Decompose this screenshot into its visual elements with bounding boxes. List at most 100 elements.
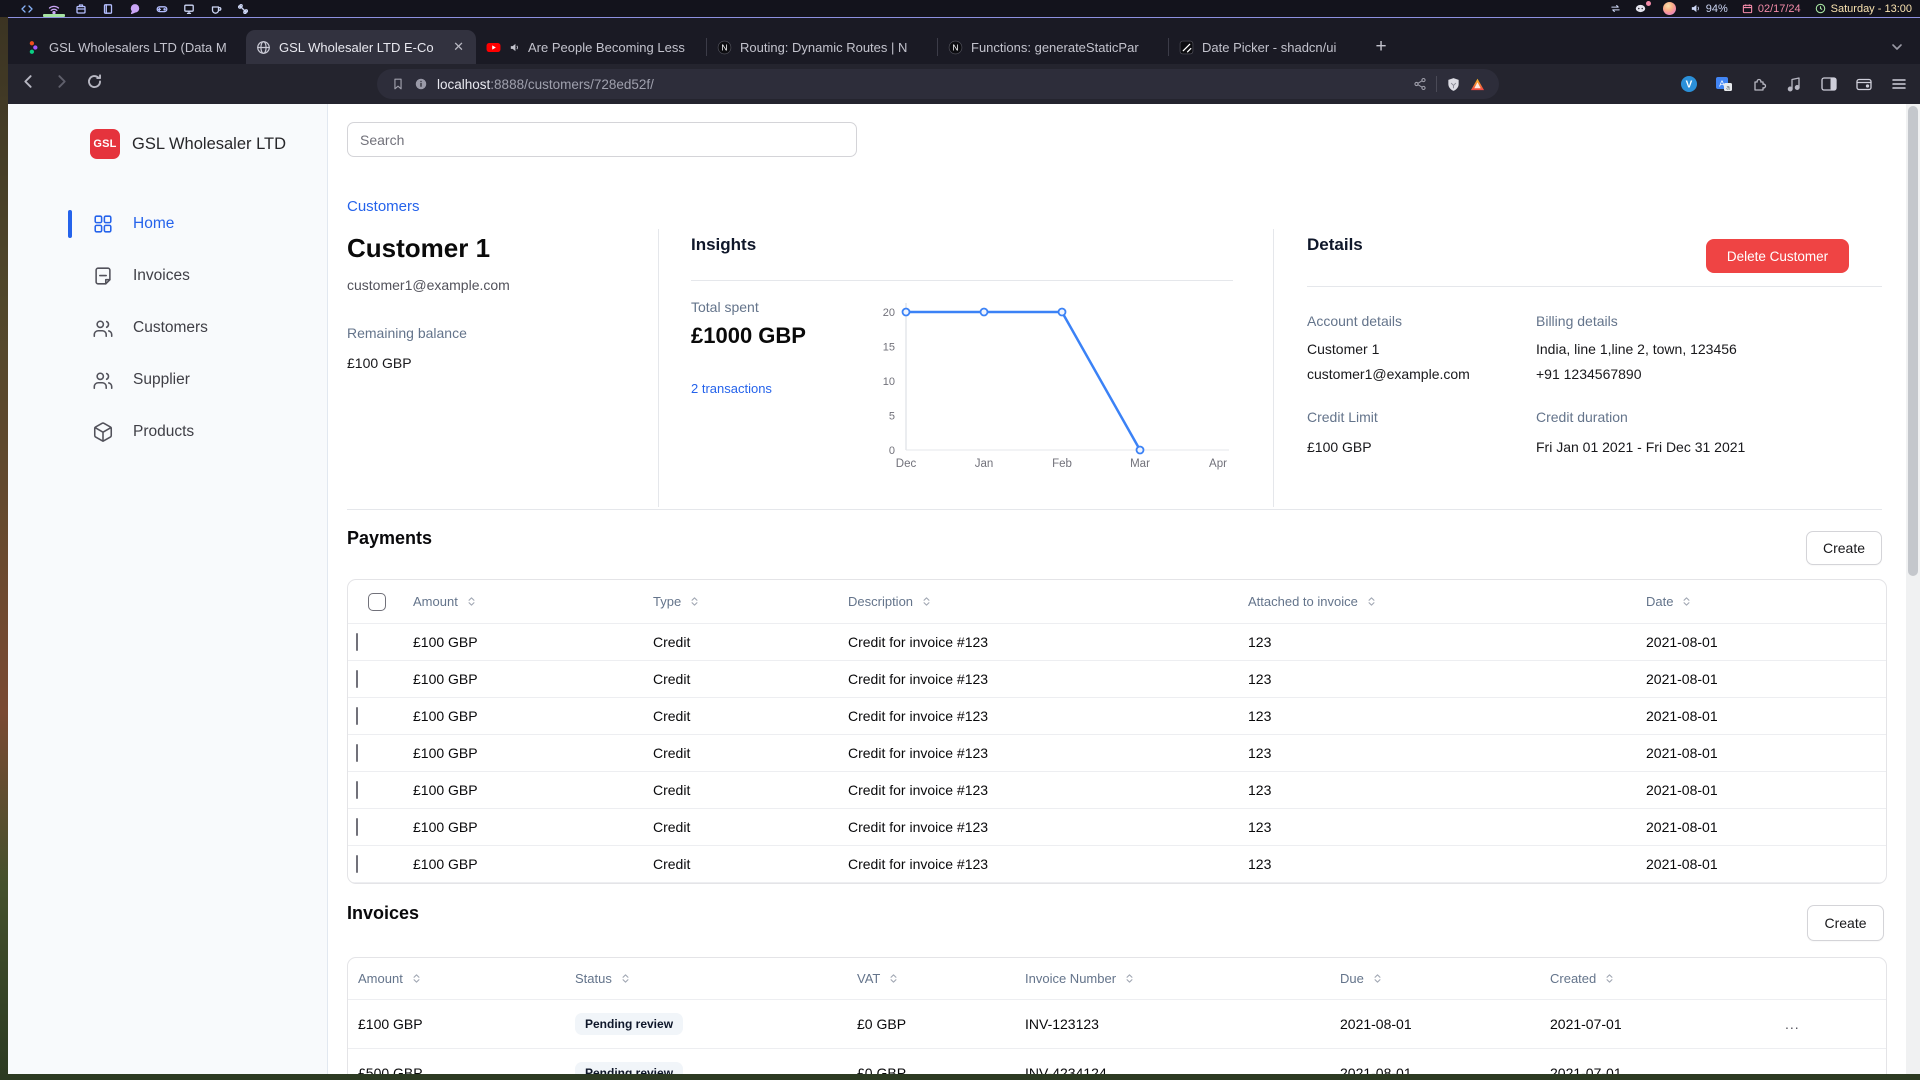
sidebar-item-home[interactable]: Home	[8, 206, 328, 242]
back-button[interactable]	[20, 73, 37, 95]
vimium-icon[interactable]: V	[1680, 75, 1698, 93]
payments-title: Payments	[347, 528, 432, 549]
row-checkbox[interactable]	[356, 855, 358, 873]
payment-type: Credit	[641, 745, 836, 761]
sidebar-item-invoices[interactable]: Invoices	[8, 258, 328, 294]
column-header-amount[interactable]: Amount	[401, 594, 641, 609]
invoice-number: INV-4234124	[1015, 1065, 1330, 1074]
discord-icon[interactable]	[1635, 3, 1649, 15]
sidebar-item-products[interactable]: Products	[8, 414, 328, 450]
bookmark-icon[interactable]	[391, 77, 405, 91]
brave-shield-icon[interactable]	[1446, 77, 1461, 92]
payment-description: Credit for invoice #123	[836, 856, 1236, 872]
column-header-attached[interactable]: Attached to invoice	[1236, 594, 1634, 609]
column-header-type[interactable]: Type	[641, 594, 836, 609]
clock-indicator[interactable]: Saturday - 13:00	[1815, 3, 1912, 15]
spend-line-chart: 05101520DecJanFebMarApr	[867, 295, 1235, 480]
brand[interactable]: GSL GSL Wholesaler LTD	[90, 129, 286, 159]
column-header-invoice-number[interactable]: Invoice Number	[1015, 971, 1330, 986]
row-actions-menu[interactable]: ...	[1775, 1065, 1886, 1074]
payment-invoice: 123	[1236, 819, 1634, 835]
row-checkbox[interactable]	[356, 781, 358, 799]
tab-audio-icon[interactable]	[509, 40, 520, 55]
payment-description: Credit for invoice #123	[836, 819, 1236, 835]
sidebar-item-supplier[interactable]: Supplier	[8, 362, 328, 398]
svg-text:5: 5	[889, 411, 895, 423]
volume-indicator[interactable]: 94%	[1690, 3, 1728, 15]
flame-icon[interactable]	[1663, 2, 1676, 15]
payment-date: 2021-08-01	[1634, 819, 1886, 835]
book-workspace-icon[interactable]	[101, 1, 115, 16]
code-workspace-icon[interactable]	[20, 1, 34, 16]
tab-nextjs-routing[interactable]: N Routing: Dynamic Routes | N	[707, 30, 937, 64]
svg-text:Dec: Dec	[896, 458, 917, 470]
column-header-amount[interactable]: Amount	[348, 971, 565, 986]
sidebar-panel-icon[interactable]	[1820, 75, 1838, 93]
sidebar-item-customers[interactable]: Customers	[8, 310, 328, 346]
forward-button[interactable]	[53, 73, 70, 95]
nextjs-icon: N	[717, 40, 732, 55]
column-header-date[interactable]: Date	[1634, 594, 1886, 609]
wallet-icon[interactable]	[1855, 75, 1873, 93]
credit-limit-label: Credit Limit	[1307, 409, 1378, 425]
transactions-link[interactable]: 2 transactions	[691, 381, 772, 396]
share-icon[interactable]	[1413, 77, 1427, 91]
chat-workspace-icon[interactable]	[128, 1, 142, 16]
column-header-status[interactable]: Status	[565, 971, 847, 986]
column-header-created[interactable]: Created	[1540, 971, 1775, 986]
tab-shadcn[interactable]: Date Picker - shadcn/ui	[1169, 30, 1361, 64]
column-header-due[interactable]: Due	[1330, 971, 1540, 986]
translate-icon[interactable]: Aa	[1715, 75, 1733, 93]
row-actions-menu[interactable]: ...	[1775, 1016, 1886, 1032]
bone-workspace-icon[interactable]	[236, 1, 250, 16]
sync-icon[interactable]	[1610, 3, 1621, 14]
extensions-puzzle-icon[interactable]	[1750, 75, 1768, 93]
row-checkbox[interactable]	[356, 818, 358, 836]
customer-overview: Customer 1 customer1@example.com Remaini…	[347, 229, 1882, 510]
tab-title: Date Picker - shadcn/ui	[1202, 40, 1351, 55]
address-bar[interactable]: localhost:8888/customers/728ed52f/	[377, 69, 1499, 99]
new-tab-button[interactable]: +	[1367, 33, 1395, 61]
grid-icon	[92, 213, 114, 235]
package-workspace-icon[interactable]	[74, 1, 88, 16]
column-header-description[interactable]: Description	[836, 594, 1236, 609]
monitor-workspace-icon[interactable]	[182, 1, 196, 16]
row-checkbox[interactable]	[356, 744, 358, 762]
system-bar: 94% 02/17/24 Saturday - 13:00	[0, 0, 1920, 17]
breadcrumb-customers-link[interactable]: Customers	[347, 198, 420, 215]
wifi-workspace-icon[interactable]	[47, 1, 61, 16]
sort-icon	[410, 972, 423, 985]
avg-icon[interactable]	[1470, 77, 1485, 92]
omnibox-divider	[1436, 76, 1437, 92]
coffee-workspace-icon[interactable]	[209, 1, 223, 16]
site-info-icon[interactable]	[414, 77, 428, 91]
tab-figma[interactable]: GSL Wholesalers LTD (Data M	[16, 30, 246, 64]
scrollbar-thumb[interactable]	[1908, 106, 1918, 576]
row-checkbox[interactable]	[356, 707, 358, 725]
row-checkbox[interactable]	[356, 670, 358, 688]
tab-title: Functions: generateStaticPar	[971, 40, 1158, 55]
tab-gsl-app-active[interactable]: GSL Wholesaler LTD E-Co ✕	[246, 30, 476, 64]
gamepad-workspace-icon[interactable]	[155, 1, 169, 16]
tab-nextjs-functions[interactable]: N Functions: generateStaticPar	[938, 30, 1168, 64]
payments-create-button[interactable]: Create	[1806, 531, 1882, 565]
date-indicator[interactable]: 02/17/24	[1742, 3, 1801, 15]
payment-amount: £100 GBP	[401, 856, 641, 872]
select-all-checkbox[interactable]	[368, 593, 386, 611]
balance-value: £100 GBP	[347, 355, 412, 371]
delete-customer-button[interactable]: Delete Customer	[1706, 239, 1849, 273]
close-icon[interactable]: ✕	[451, 39, 466, 55]
url-text[interactable]: localhost:8888/customers/728ed52f/	[437, 77, 1404, 92]
music-note-icon[interactable]	[1785, 75, 1803, 93]
column-header-vat[interactable]: VAT	[847, 971, 1015, 986]
search-input[interactable]	[347, 122, 857, 157]
reload-button[interactable]	[86, 73, 103, 95]
tab-youtube[interactable]: Are People Becoming Less	[476, 30, 706, 64]
menu-icon[interactable]	[1890, 75, 1908, 93]
sidebar-item-label: Home	[133, 215, 174, 233]
status-badge: Pending review	[575, 1062, 683, 1074]
page-scrollbar[interactable]	[1906, 104, 1920, 1074]
tab-search-chevron-icon[interactable]	[1890, 40, 1904, 54]
row-checkbox[interactable]	[356, 633, 358, 651]
invoices-create-button[interactable]: Create	[1807, 905, 1884, 941]
